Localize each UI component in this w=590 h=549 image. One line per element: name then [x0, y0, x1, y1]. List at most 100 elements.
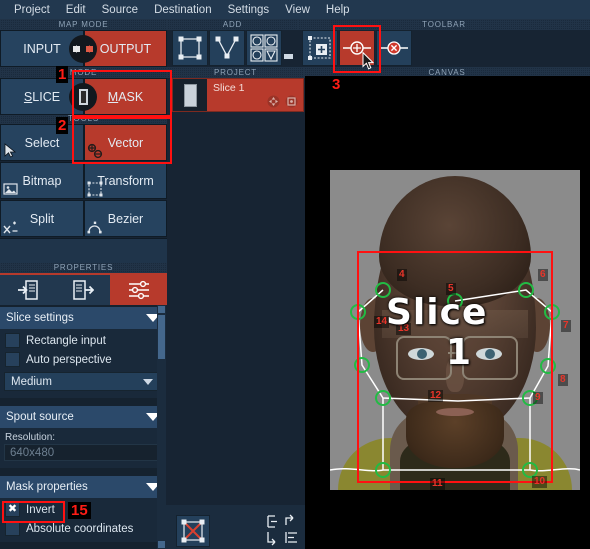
target-icon[interactable]: [285, 95, 298, 108]
slice-title-line-2: 1: [446, 332, 473, 373]
properties-scrollbar[interactable]: [157, 305, 166, 549]
tool-bezier-button[interactable]: Bezier: [84, 200, 167, 237]
tools-filler: [0, 238, 167, 263]
add-triangle-button[interactable]: [209, 30, 245, 66]
checkbox-absolute-coordinates[interactable]: [5, 521, 20, 536]
bottom-toolbar: [166, 505, 305, 549]
properties-tab-settings[interactable]: [110, 273, 167, 305]
checkbox-row-absolute-coordinates[interactable]: Absolute coordinates: [0, 519, 166, 538]
slice-title-line-1: Slice: [386, 292, 488, 333]
menu-bar: Project Edit Source Destination Settings…: [0, 0, 590, 19]
checkbox-row-rectangle-input[interactable]: Rectangle input: [0, 331, 166, 350]
align-distribute-button[interactable]: [266, 514, 302, 548]
checkbox-invert[interactable]: ✖: [5, 502, 20, 517]
tool-vector-button[interactable]: Vector: [84, 124, 167, 161]
annotation-marker-3: 3: [330, 76, 343, 93]
checkbox-label-rectangle-input: Rectangle input: [26, 334, 106, 347]
project-item-label: Slice 1: [213, 82, 245, 94]
settings-sliders-icon: [128, 280, 149, 300]
menu-item-view[interactable]: View: [277, 2, 318, 18]
remove-point-icon: [380, 41, 408, 55]
menu-item-edit[interactable]: Edit: [58, 2, 94, 18]
section-header-add: ADD: [167, 19, 298, 30]
section-header-map-mode: MAP MODE: [0, 19, 167, 30]
scroll-down-button[interactable]: [158, 541, 165, 548]
properties-tab-input[interactable]: [0, 273, 55, 305]
tool-transform-button[interactable]: Transform: [84, 162, 167, 199]
toolbar-remove-point-button[interactable]: [376, 30, 412, 66]
add-rectangle-icon: [178, 36, 202, 60]
align-distribute-icon: [267, 514, 297, 546]
menu-item-source[interactable]: Source: [94, 2, 146, 18]
scrollbar-thumb[interactable]: [158, 315, 165, 359]
checkbox-label-invert: Invert: [26, 503, 55, 516]
canvas-source-image: 4 5 6 7 8 9 10 11 12 13 14 Slice 1: [330, 170, 580, 490]
transform-box-icon: [87, 181, 103, 197]
mode-mask-label: MASK: [107, 89, 144, 104]
vector-node-icon: [87, 143, 103, 159]
section-header-properties: PROPERTIES: [0, 262, 167, 273]
move-icon[interactable]: [267, 95, 280, 108]
mode-slice-label: SLICE: [23, 89, 61, 104]
group-header-mask-properties[interactable]: Mask properties: [0, 476, 166, 498]
properties-tab-output[interactable]: [55, 273, 110, 305]
vertex-label-4: 4: [397, 269, 407, 281]
group-header-slice-settings[interactable]: Slice settings: [0, 307, 166, 329]
bezier-curve-icon: [87, 221, 102, 234]
delete-shape-icon: [181, 519, 205, 543]
menu-item-destination[interactable]: Destination: [146, 2, 220, 18]
tool-split-button[interactable]: Split: [0, 200, 84, 237]
vertex-label-10: 10: [532, 476, 548, 488]
annotation-marker-2: 2: [56, 117, 69, 134]
menu-item-settings[interactable]: Settings: [220, 2, 278, 18]
group-title-spout-source: Spout source: [6, 411, 74, 423]
add-triangle-icon: [215, 36, 239, 59]
toolbar-add-point-frame-button[interactable]: [302, 30, 338, 66]
menu-item-help[interactable]: Help: [318, 2, 358, 18]
annotation-marker-1: 1: [56, 66, 69, 83]
mouse-cursor-icon: [362, 52, 374, 70]
add-rectangle-button[interactable]: [172, 30, 208, 66]
vertex-label-9: 9: [533, 392, 543, 404]
add-grid-icon: [250, 34, 278, 62]
bitmap-image-icon: [3, 183, 18, 195]
tool-select-label: Select: [24, 135, 60, 150]
tool-vector-label: Vector: [107, 135, 144, 150]
checkbox-rectangle-input[interactable]: [5, 333, 20, 348]
vertex-label-7: 7: [561, 320, 571, 332]
group-header-spout-source[interactable]: Spout source: [0, 406, 166, 428]
group-title-slice-settings: Slice settings: [6, 312, 74, 324]
delete-shape-button[interactable]: [176, 515, 210, 547]
project-item-thumbnail: [173, 79, 207, 111]
add-point-frame-icon: [308, 36, 331, 60]
field-resolution[interactable]: 640x480: [4, 444, 160, 461]
combo-quality[interactable]: Medium: [4, 372, 160, 391]
scroll-up-button[interactable]: [158, 306, 165, 313]
chevron-down-icon: [143, 378, 153, 385]
tool-bezier-label: Bezier: [107, 211, 144, 226]
combo-quality-value: Medium: [11, 375, 52, 388]
vertex-label-11: 11: [430, 478, 445, 490]
project-item-slice-1[interactable]: Slice 1: [172, 78, 304, 112]
tool-select-button[interactable]: Select: [0, 124, 84, 161]
checkbox-row-auto-perspective[interactable]: Auto perspective: [0, 350, 166, 369]
vertex-label-6: 6: [538, 269, 548, 281]
input-output-swap-icon: [69, 35, 97, 63]
mask-mode-icon: [69, 83, 97, 111]
add-grid-button[interactable]: [246, 30, 282, 66]
section-header-toolbar: TOOLBAR: [298, 19, 590, 30]
map-mode-output-label: OUTPUT: [99, 41, 152, 56]
group-body-slice-settings: Rectangle input Auto perspective Medium: [0, 329, 166, 398]
map-mode-input-label: INPUT: [23, 41, 61, 56]
tool-bitmap-button[interactable]: Bitmap: [0, 162, 84, 199]
group-body-spout-source: Resolution: 640x480: [0, 428, 166, 468]
cursor-arrow-icon: [4, 143, 17, 158]
group-title-mask-properties: Mask properties: [6, 481, 88, 493]
app-window: Project Edit Source Destination Settings…: [0, 0, 590, 549]
section-header-project: PROJECT: [167, 67, 304, 78]
menu-item-project[interactable]: Project: [6, 2, 58, 18]
tool-split-label: Split: [29, 211, 55, 226]
checkbox-auto-perspective[interactable]: [5, 352, 20, 367]
vertex-label-8: 8: [558, 374, 568, 386]
canvas-area[interactable]: 4 5 6 7 8 9 10 11 12 13 14 Slice 1: [305, 76, 590, 549]
